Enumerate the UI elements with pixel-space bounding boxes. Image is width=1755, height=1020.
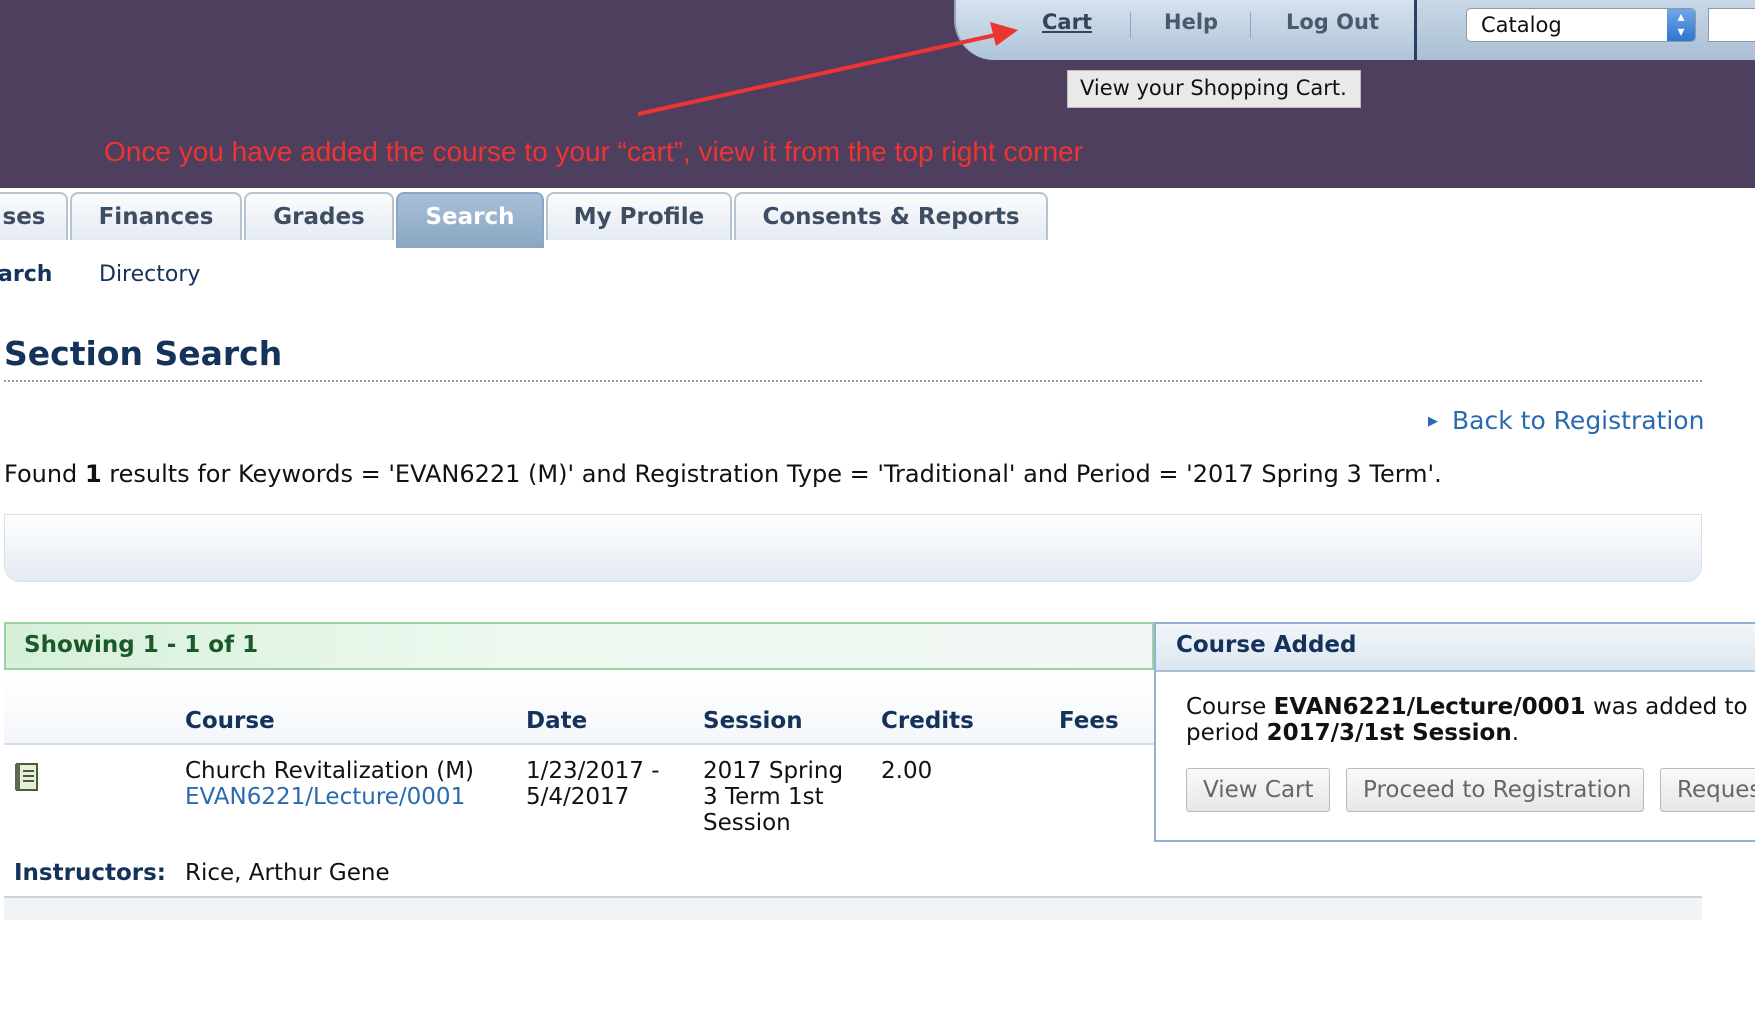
date-end: 5/4/2017 (526, 784, 630, 810)
tab-search[interactable]: Search (396, 192, 544, 248)
added-course-code: EVAN6221/Lecture/0001 (1273, 694, 1586, 720)
column-header-credits: Credits (881, 708, 974, 734)
back-link-label: Back to Registration (1452, 406, 1705, 435)
column-header-fees: Fees (1059, 708, 1119, 734)
course-added-period: period 2017/3/1st Session. (1186, 720, 1519, 746)
added-period: 2017/3/1st Session (1266, 720, 1512, 746)
divider (4, 380, 1702, 382)
course-added-message: Course EVAN6221/Lecture/0001 was added t… (1186, 694, 1748, 720)
date-start: 1/23/2017 - (526, 758, 660, 784)
message-text: period (1186, 720, 1260, 746)
course-name: Church Revitalization (M) (185, 758, 475, 784)
main-tabs: ses Finances Grades Search My Profile Co… (0, 188, 1755, 248)
divider (4, 743, 1154, 745)
column-header-date: Date (526, 708, 588, 734)
message-text: . (1511, 720, 1520, 746)
session-line: Session (703, 810, 791, 836)
message-text: was added to (1592, 694, 1748, 720)
arrow-head (990, 22, 1018, 46)
showing-bar: Showing 1 - 1 of 1 (4, 622, 1154, 670)
annotation-arrow (637, 22, 1018, 116)
session-line: 2017 Spring (703, 758, 844, 784)
column-header-session: Session (703, 708, 803, 734)
arrow-shaft (637, 32, 1001, 116)
course-cell: Church Revitalization (M) EVAN6221/Lectu… (185, 758, 474, 810)
course-added-title: Course Added (1156, 624, 1755, 672)
result-count: 1 (84, 460, 102, 488)
date-cell: 1/23/2017 - 5/4/2017 (526, 758, 660, 810)
column-header-course: Course (185, 708, 275, 734)
tab-grades[interactable]: Grades (244, 192, 394, 240)
proceed-to-registration-button[interactable]: Proceed to Registration (1346, 768, 1644, 812)
subnav-section-search[interactable]: arch (0, 262, 52, 287)
tab-finances[interactable]: Finances (70, 192, 242, 240)
summary-criteria: results for Keywords = 'EVAN6221 (M)' an… (109, 460, 1442, 488)
view-cart-button[interactable]: View Cart (1186, 768, 1330, 812)
subnav-directory[interactable]: Directory (99, 262, 200, 287)
back-to-registration-link[interactable]: ▶ Back to Registration (1428, 406, 1704, 435)
tab-courses[interactable]: ses (0, 192, 68, 240)
filter-panel (4, 514, 1702, 582)
credits-cell: 2.00 (881, 758, 933, 784)
summary-prefix: Found (4, 460, 78, 488)
tab-my-profile[interactable]: My Profile (546, 192, 732, 240)
request-button[interactable]: Reques (1660, 768, 1755, 812)
instructors-label: Instructors: (14, 860, 166, 886)
course-added-panel: Course Added Course EVAN6221/Lecture/000… (1154, 622, 1755, 842)
triangle-right-icon: ▶ (1428, 414, 1438, 429)
tab-consents-reports[interactable]: Consents & Reports (734, 192, 1048, 240)
book-icon[interactable] (14, 762, 40, 792)
message-text: Course (1186, 694, 1267, 720)
course-section-link[interactable]: EVAN6221/Lecture/0001 (185, 784, 474, 810)
session-cell: 2017 Spring 3 Term 1st Session (703, 758, 843, 836)
table-footer (4, 898, 1702, 920)
instructors-value: Rice, Arthur Gene (185, 860, 390, 886)
session-line: 3 Term 1st (703, 784, 824, 810)
results-summary: Found 1 results for Keywords = 'EVAN6221… (4, 460, 1442, 488)
page-title: Section Search (4, 334, 283, 373)
